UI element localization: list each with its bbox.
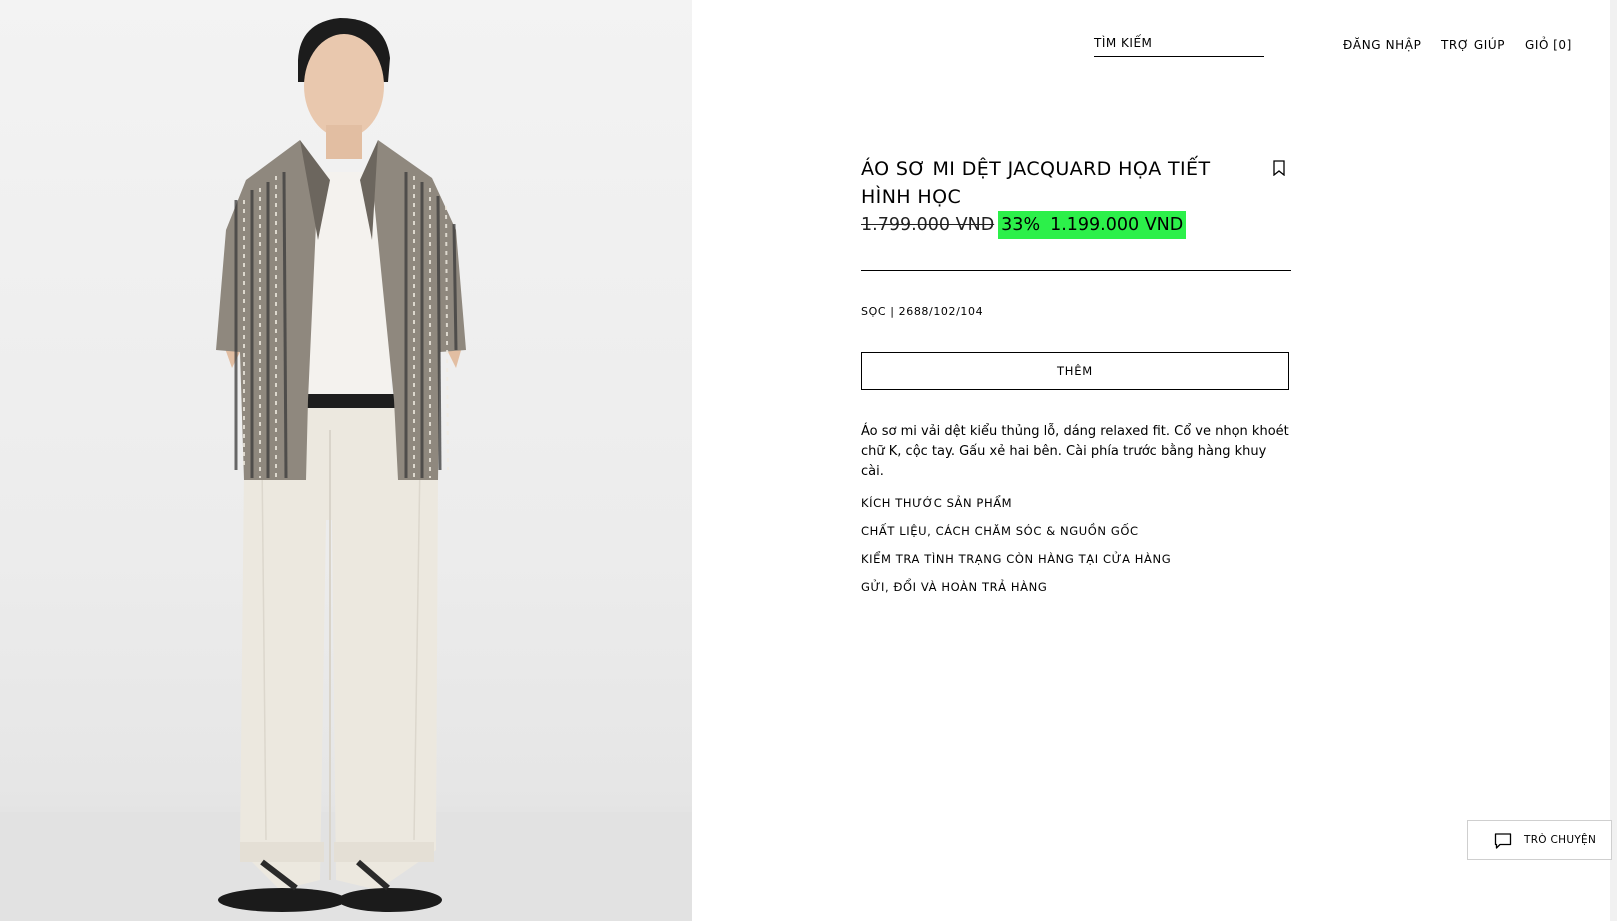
product-image[interactable] — [0, 0, 692, 921]
product-description: Áo sơ mi vải dệt kiểu thủng lỗ, dáng rel… — [861, 424, 1289, 479]
sale-price-highlight: 33% 1.199.000 VND — [998, 211, 1187, 239]
product-title: ÁO SƠ MI DỆT JACQUARD HỌA TIẾT HÌNH HỌC — [861, 158, 1211, 208]
search-label: TÌM KIẾM — [1094, 36, 1153, 50]
shipping-returns-link[interactable]: GỬI, ĐỔI VÀ HOÀN TRẢ HÀNG — [861, 580, 1171, 608]
store-availability-link[interactable]: KIỂM TRA TÌNH TRẠNG CÒN HÀNG TẠI CỬA HÀN… — [861, 552, 1171, 580]
current-price: 1.199.000 VND — [1050, 215, 1184, 235]
discount-badge: 33% — [1001, 215, 1041, 235]
bookmark-icon[interactable] — [1272, 160, 1286, 177]
model-illustration — [216, 18, 466, 912]
materials-care-link[interactable]: CHẤT LIỆU, CÁCH CHĂM SÓC & NGUỒN GỐC — [861, 524, 1171, 552]
divider — [861, 270, 1291, 271]
chat-bubble-icon — [1494, 832, 1512, 850]
cart-count: [0] — [1553, 38, 1572, 52]
price-row: 1.799.000 VND 33% 1.199.000 VND — [861, 211, 1187, 239]
cart-label: GIỎ — [1525, 38, 1550, 52]
old-price: 1.799.000 VND — [861, 215, 995, 235]
add-to-cart-button[interactable]: THÊM — [861, 352, 1289, 390]
size-guide-link[interactable]: KÍCH THƯỚC SẢN PHẨM — [861, 496, 1171, 524]
chat-button[interactable]: TRÒ CHUYỆN — [1467, 820, 1612, 860]
color-reference: SỌC | 2688/102/104 — [861, 305, 984, 318]
chat-label: TRÒ CHUYỆN — [1524, 834, 1597, 846]
search-field[interactable]: TÌM KIẾM — [1094, 36, 1264, 57]
help-link[interactable]: TRỢ GIÚP — [1441, 38, 1505, 52]
scrollbar[interactable] — [1610, 0, 1617, 921]
login-link[interactable]: ĐĂNG NHẬP — [1343, 38, 1421, 52]
info-links: KÍCH THƯỚC SẢN PHẨM CHẤT LIỆU, CÁCH CHĂM… — [861, 496, 1171, 608]
cart-link[interactable]: GIỎ [0] — [1525, 38, 1572, 52]
